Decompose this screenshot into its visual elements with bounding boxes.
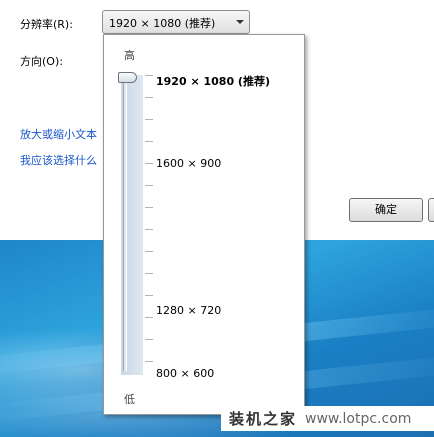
slider-tick <box>145 207 153 208</box>
watermark-site-name: 装机之家 <box>229 410 298 428</box>
slider-tick <box>145 295 153 296</box>
slider-tick <box>145 75 153 76</box>
resolution-select-value: 1920 × 1080 (推荐) <box>109 17 216 30</box>
watermark: 装机之家 www.lotpc.com <box>221 406 434 431</box>
watermark-url: www.lotpc.com <box>305 410 412 427</box>
resolution-slider-rail[interactable] <box>123 79 127 371</box>
slider-tick <box>145 251 153 252</box>
slider-tick <box>145 339 153 340</box>
slider-tick <box>145 317 153 318</box>
cancel-button[interactable] <box>428 198 434 222</box>
resolution-select[interactable]: 1920 × 1080 (推荐) <box>102 10 250 34</box>
resolution-option-1920x1080[interactable]: 1920 × 1080 (推荐) <box>156 73 270 89</box>
slider-tick <box>145 141 153 142</box>
text-size-link[interactable]: 放大或缩小文本 <box>20 126 97 142</box>
resolution-dropdown[interactable]: 高 1920 × 1080 (推荐) 1600 × 900 1280 × 720… <box>103 34 305 415</box>
ok-button[interactable]: 确定 <box>349 198 423 222</box>
slider-tick <box>145 119 153 120</box>
slider-tick <box>145 273 153 274</box>
slider-tick <box>145 185 153 186</box>
what-to-choose-link[interactable]: 我应该选择什么 <box>20 152 97 168</box>
resolution-label: 分辨率(R): <box>20 18 73 31</box>
resolution-slider-thumb[interactable] <box>118 72 137 83</box>
slider-tick <box>145 361 153 362</box>
slider-tick <box>145 163 153 164</box>
chevron-down-icon[interactable] <box>236 20 244 24</box>
slider-tick <box>145 229 153 230</box>
low-label: 低 <box>124 393 135 406</box>
slider-tick <box>145 97 153 98</box>
orientation-label: 方向(O): <box>20 55 63 68</box>
resolution-option-1600x900[interactable]: 1600 × 900 <box>156 157 221 170</box>
high-label: 高 <box>124 49 135 62</box>
resolution-option-800x600[interactable]: 800 × 600 <box>156 367 214 380</box>
resolution-option-1280x720[interactable]: 1280 × 720 <box>156 304 221 317</box>
